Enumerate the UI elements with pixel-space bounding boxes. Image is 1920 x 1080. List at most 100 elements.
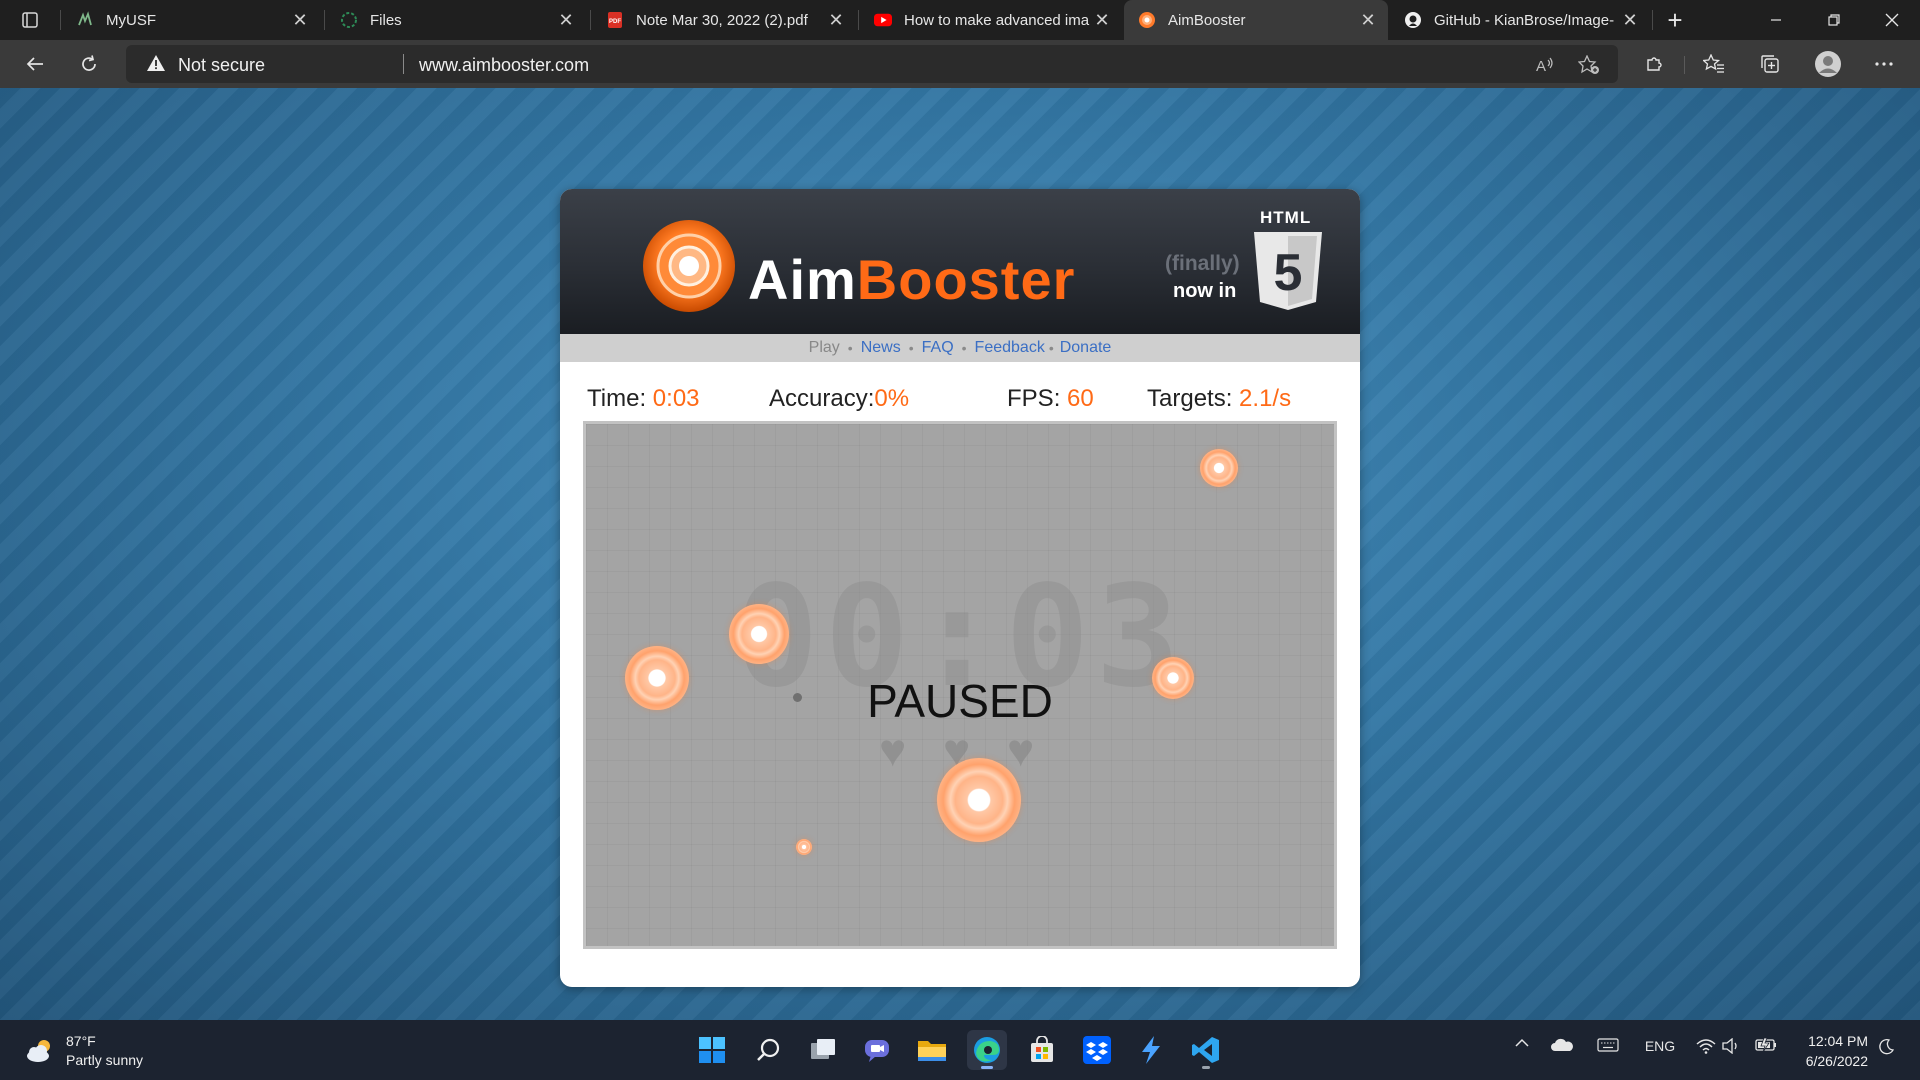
nav-play[interactable]: Play [809, 339, 840, 357]
tab-github[interactable]: GitHub - KianBrose/Image- ✕ [1390, 0, 1650, 40]
site-logo-text[interactable]: AimBooster [748, 247, 1075, 312]
tab-title: How to make advanced ima [904, 11, 1090, 29]
more-options-button[interactable] [1868, 49, 1900, 79]
start-button[interactable] [692, 1030, 732, 1070]
toolbar-separator [1684, 56, 1685, 74]
tab-separator [1652, 10, 1653, 30]
pdf-icon: PDF [606, 11, 624, 29]
security-status-label[interactable]: Not secure [178, 55, 265, 76]
tab-title: Note Mar 30, 2022 (2).pdf [636, 11, 808, 29]
task-view-icon [811, 1039, 835, 1059]
collections-button[interactable] [1754, 49, 1786, 79]
now-in-text: now in [1173, 280, 1237, 302]
url-text[interactable]: www.aimbooster.com [419, 55, 589, 76]
language-indicator[interactable]: ENG [1642, 1038, 1678, 1054]
close-window-button[interactable] [1864, 0, 1920, 40]
extensions-button[interactable] [1638, 49, 1670, 79]
tab-close-button[interactable]: ✕ [1090, 8, 1114, 32]
nav-separator: • [961, 340, 967, 356]
wifi-button[interactable] [1694, 1038, 1718, 1054]
favorites-button[interactable] [1698, 49, 1730, 79]
warning-icon[interactable] [146, 54, 166, 77]
stat-colon: : [1053, 385, 1068, 412]
search-button[interactable] [748, 1030, 788, 1070]
volume-button[interactable] [1720, 1038, 1742, 1054]
close-icon [1885, 13, 1899, 27]
target-circle[interactable] [729, 604, 789, 664]
read-aloud-icon[interactable]: A [1530, 53, 1560, 77]
address-bar[interactable]: Not secure www.aimbooster.com A [126, 45, 1618, 83]
target-circle[interactable] [1200, 449, 1238, 487]
dropbox-icon [1083, 1036, 1111, 1064]
tab-aimbooster[interactable]: AimBooster ✕ [1124, 0, 1388, 40]
minimize-button[interactable] [1748, 0, 1804, 40]
miss-marker [793, 693, 802, 702]
teams-chat-button[interactable] [857, 1030, 897, 1070]
new-tab-button[interactable]: + [1660, 5, 1690, 35]
paused-overlay-text[interactable]: PAUSED [586, 674, 1334, 728]
nav-faq[interactable]: FAQ [922, 339, 954, 357]
running-app-indicator [1202, 1066, 1210, 1069]
microsoft-store-button[interactable] [1022, 1030, 1062, 1070]
logo-aim-text: Aim [748, 248, 857, 311]
tab-close-button[interactable]: ✕ [824, 8, 848, 32]
weather-temp: 87°F [66, 1033, 96, 1049]
system-clock[interactable]: 12:04 PM 6/26/2022 [1788, 1031, 1868, 1071]
edge-icon [974, 1037, 1000, 1063]
site-banner: AimBooster (finally) now in HTML 5 [560, 189, 1360, 334]
dropbox-button[interactable] [1077, 1030, 1117, 1070]
windows-taskbar: 87°F Partly sunny ENG 12:04 PM 6/26/2022 [0, 1020, 1920, 1080]
task-view-button[interactable] [803, 1030, 843, 1070]
profile-button[interactable] [1812, 49, 1844, 79]
back-button[interactable] [18, 48, 52, 80]
notifications-button[interactable] [1874, 1038, 1898, 1056]
page-viewport: AimBooster (finally) now in HTML 5 Play … [0, 88, 1920, 1020]
add-favorite-icon[interactable] [1574, 53, 1604, 77]
nav-feedback[interactable]: Feedback [975, 339, 1045, 357]
browser-toolbar: Not secure www.aimbooster.com A [0, 40, 1920, 88]
file-explorer-button[interactable] [912, 1030, 952, 1070]
show-hidden-icons-button[interactable] [1510, 1038, 1534, 1048]
target-circle[interactable] [796, 839, 812, 855]
partly-sunny-icon [27, 1040, 50, 1062]
edge-taskbar-button[interactable] [967, 1030, 1007, 1070]
life-heart-icon: ♥ [879, 724, 907, 776]
tab-separator [324, 10, 325, 30]
onedrive-button[interactable] [1548, 1038, 1576, 1052]
tab-separator [590, 10, 591, 30]
tab-pdf-note[interactable]: PDF Note Mar 30, 2022 (2).pdf ✕ [592, 0, 856, 40]
target-circle[interactable] [937, 758, 1021, 842]
tab-actions-button[interactable] [10, 6, 50, 34]
tab-close-button[interactable]: ✕ [554, 8, 578, 32]
restore-button[interactable] [1806, 0, 1862, 40]
battery-button[interactable] [1754, 1038, 1778, 1052]
tab-close-button[interactable]: ✕ [288, 8, 312, 32]
tab-close-button[interactable]: ✕ [1356, 8, 1380, 32]
vscode-button[interactable] [1186, 1030, 1226, 1070]
weather-widget[interactable]: 87°F Partly sunny [24, 1032, 143, 1070]
nav-donate[interactable]: Donate [1060, 339, 1112, 357]
accuracy-value: 0% [874, 385, 910, 412]
battery-charging-icon [1755, 1038, 1776, 1052]
tab-close-button[interactable]: ✕ [1618, 8, 1642, 32]
target-circle[interactable] [1152, 657, 1194, 699]
nav-news[interactable]: News [861, 339, 901, 357]
visual-studio-button[interactable] [1131, 1030, 1171, 1070]
game-canvas[interactable]: 00:03 PAUSED ♥ ♥ ♥ [583, 421, 1337, 949]
search-icon [757, 1038, 780, 1061]
active-app-indicator [981, 1066, 993, 1069]
tab-myusf[interactable]: MyUSF ✕ [62, 0, 320, 40]
tab-files[interactable]: Files ✕ [326, 0, 586, 40]
tab-youtube[interactable]: How to make advanced ima ✕ [860, 0, 1122, 40]
address-divider [403, 54, 404, 74]
touch-keyboard-button[interactable] [1594, 1038, 1622, 1052]
site-nav: Play • News • FAQ • Feedback • Donate [560, 334, 1360, 362]
restore-icon [1828, 14, 1840, 26]
vscode-icon [1192, 1037, 1219, 1063]
tab-title: MyUSF [106, 11, 156, 29]
refresh-button[interactable] [72, 48, 106, 80]
target-circle[interactable] [625, 646, 689, 710]
weather-condition: Partly sunny [66, 1052, 144, 1068]
puzzle-icon [1647, 57, 1662, 71]
aimbooster-logo-icon[interactable] [639, 218, 739, 323]
